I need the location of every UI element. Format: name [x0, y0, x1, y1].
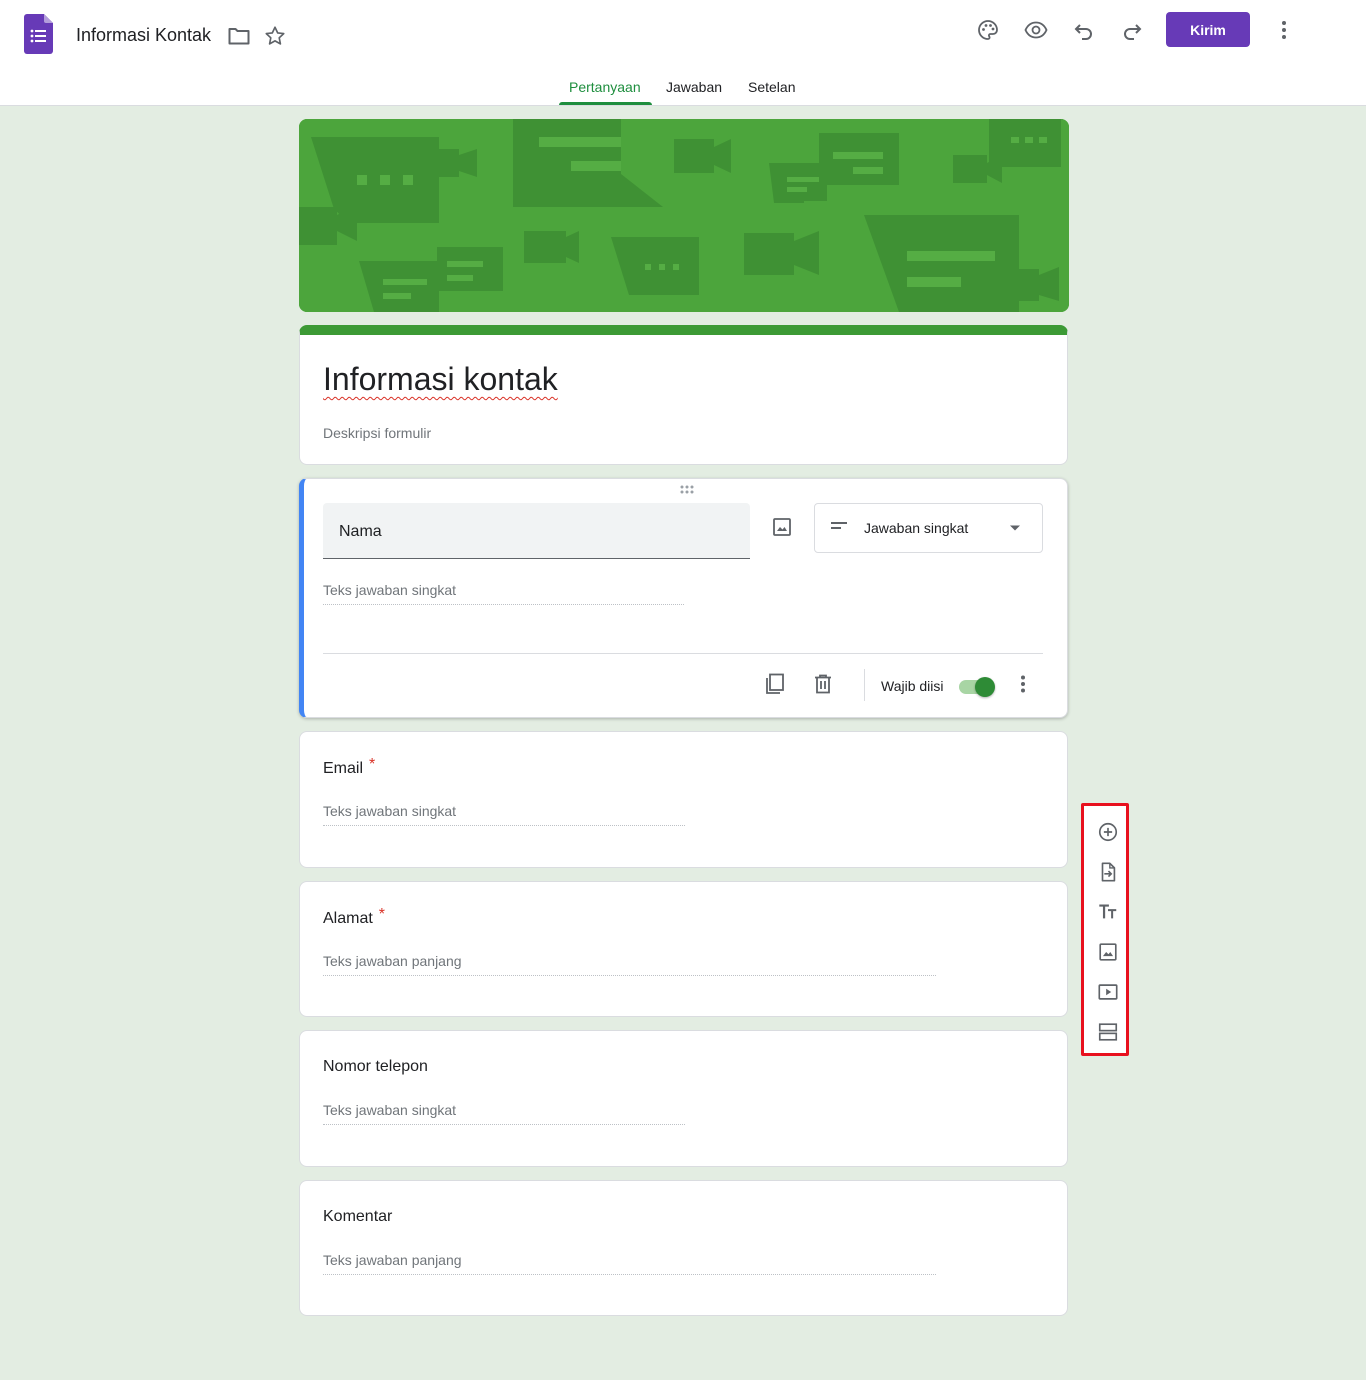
required-label: Wajib diisi [881, 678, 944, 694]
dropdown-arrow-icon [1010, 525, 1020, 531]
question-card-email[interactable]: Email * Teks jawaban singkat [299, 731, 1068, 868]
answer-placeholder: Teks jawaban singkat [323, 803, 685, 826]
question-type-dropdown[interactable]: Jawaban singkat [814, 503, 1043, 553]
drag-handle-icon[interactable] [680, 485, 696, 495]
question-title: Nomor telepon [323, 1058, 428, 1075]
answer-placeholder: Teks jawaban singkat [323, 1102, 685, 1125]
footer-separator [864, 669, 865, 701]
toggle-knob [975, 677, 995, 697]
answer-placeholder: Teks jawaban singkat [323, 582, 684, 605]
tab-jawaban[interactable]: Jawaban [666, 79, 722, 95]
form-title-card: Informasi kontak Deskripsi formulir [299, 325, 1068, 465]
question-title: Alamat * [323, 906, 386, 927]
send-button[interactable]: Kirim [1166, 12, 1250, 47]
add-question-icon[interactable] [1096, 820, 1120, 844]
google-forms-logo-icon[interactable] [24, 14, 53, 54]
required-asterisk: * [369, 756, 376, 773]
more-options-icon[interactable] [1272, 18, 1296, 42]
form-description-input[interactable]: Deskripsi formulir [323, 425, 431, 441]
form-title[interactable]: Informasi kontak [323, 361, 558, 398]
add-video-icon[interactable] [1096, 980, 1120, 1004]
floating-toolbar [1081, 803, 1129, 1056]
required-toggle[interactable] [959, 677, 995, 697]
palette-icon[interactable] [976, 18, 1000, 42]
redo-icon[interactable] [1120, 18, 1144, 42]
folder-icon[interactable] [227, 24, 251, 48]
import-questions-icon[interactable] [1096, 860, 1120, 884]
add-section-icon[interactable] [1096, 1020, 1120, 1044]
question-card-alamat[interactable]: Alamat * Teks jawaban panjang [299, 881, 1068, 1017]
question-title: Email * [323, 756, 376, 777]
add-image-icon[interactable] [1096, 940, 1120, 964]
duplicate-icon[interactable] [763, 672, 787, 696]
add-title-icon[interactable] [1096, 900, 1120, 924]
active-question-card[interactable]: Nama Jawaban singkat Teks jawaban singka… [299, 478, 1068, 718]
tab-pertanyaan[interactable]: Pertanyaan [569, 79, 641, 95]
preview-eye-icon[interactable] [1024, 18, 1048, 42]
question-card-nomor-telepon[interactable]: Nomor telepon Teks jawaban singkat [299, 1030, 1068, 1167]
card-divider [323, 653, 1043, 654]
undo-icon[interactable] [1072, 18, 1096, 42]
short-answer-icon [831, 522, 847, 529]
tab-bar: Pertanyaan Jawaban Setelan [0, 70, 1366, 106]
question-more-options-icon[interactable] [1011, 672, 1035, 696]
required-asterisk: * [378, 906, 386, 923]
tab-setelan[interactable]: Setelan [748, 79, 795, 95]
question-title-input[interactable]: Nama [323, 503, 750, 559]
document-title[interactable]: Informasi Kontak [76, 25, 211, 46]
answer-placeholder: Teks jawaban panjang [323, 953, 936, 976]
question-title: Komentar [323, 1208, 393, 1225]
active-tab-indicator [559, 102, 652, 105]
header-banner-image [299, 119, 1069, 312]
add-image-icon[interactable] [770, 515, 794, 539]
star-icon[interactable] [263, 24, 287, 48]
delete-trash-icon[interactable] [811, 672, 835, 696]
question-type-label: Jawaban singkat [864, 520, 969, 536]
header: Informasi Kontak Kirim Pertanyaan Jawaba… [0, 0, 1366, 106]
question-card-komentar[interactable]: Komentar Teks jawaban panjang [299, 1180, 1068, 1316]
answer-placeholder: Teks jawaban panjang [323, 1252, 936, 1275]
